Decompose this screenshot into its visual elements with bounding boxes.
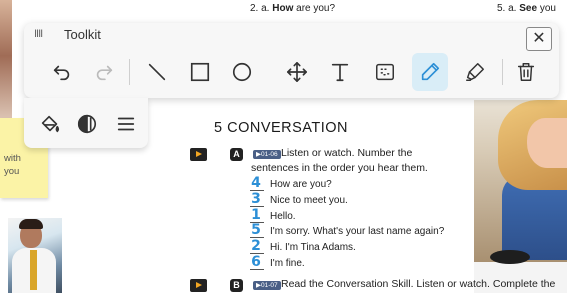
question-5a: 5. a. See you [497,3,556,14]
sentence-text: Hello. [270,210,296,222]
handwritten-number: 3 [251,190,261,207]
toolbar-divider [502,59,503,85]
handwritten-number: 2 [251,238,261,255]
toolkit-panel: IIII Toolkit ✕ [24,23,559,98]
selection-tool-icon [376,63,394,81]
handwritten-number: 4 [251,175,261,191]
list-item[interactable]: 1 Hello. [248,206,478,224]
undo-button[interactable] [44,53,80,91]
fill-button[interactable] [32,105,68,143]
line-weight-icon [117,117,135,131]
redo-icon [96,65,113,81]
list-item[interactable]: 6 I'm fine. [248,254,478,271]
delete-button[interactable] [508,53,544,91]
move-tool-icon [287,62,307,82]
handwritten-number: 5 [251,222,261,239]
sticky-note-line-2: you [4,166,20,177]
text-tool-button[interactable] [322,53,358,91]
opacity-icon [77,114,97,134]
line-tool-button[interactable] [139,53,175,91]
sentence-text: How are you? [270,179,332,190]
photo-man-hair [19,219,43,229]
highlighter-tool-button[interactable] [457,53,493,91]
toolbar-divider [129,59,130,85]
text-tool-icon [331,63,349,82]
exercise-b-badge: B [230,279,243,292]
line-weight-button[interactable] [108,105,144,143]
exercise-a-badge: A [230,148,243,161]
rectangle-tool-icon [190,62,210,82]
toolkit-subpanel [24,98,148,148]
photo-woman-face [527,118,567,168]
question-2a: 2. a. How are you? [250,3,336,14]
audio-track-tag[interactable]: ▶01-06 [253,150,281,159]
line-tool-icon [148,63,166,81]
handwritten-number: 1 [251,206,261,223]
fill-bucket-icon [41,115,60,133]
pen-tool-icon [421,62,440,81]
section-title: 5 CONVERSATION [214,120,349,136]
photo-woman-cup [490,250,530,264]
sentence-text: I'm sorry. What's your last name again? [270,226,445,238]
selection-tool-button[interactable] [367,53,403,91]
sentence-text: I'm fine. [270,258,305,269]
exercise-a-instruction-1: Listen or watch. Number the [281,147,413,159]
undo-icon [53,65,70,81]
list-item[interactable]: 2 Hi. I'm Tina Adams. [248,238,478,255]
close-button[interactable]: ✕ [526,27,552,51]
video-icon[interactable] [190,279,207,292]
sentence-text: Hi. I'm Tina Adams. [270,242,356,254]
list-item[interactable]: 4 How are you? [248,175,478,192]
photo-man-tie [30,250,37,290]
exercise-a-instruction-2: sentences in the order you hear them. [251,162,428,174]
pen-tool-button[interactable] [412,53,448,91]
circle-tool-button[interactable] [224,53,260,91]
sticky-note-line-1: with [4,153,21,164]
highlighter-tool-icon [466,63,484,81]
redo-button[interactable] [86,53,122,91]
drag-handle-icon[interactable]: IIII [34,28,43,40]
toolkit-header[interactable]: IIII Toolkit ✕ [24,23,559,51]
circle-tool-icon [232,62,252,82]
rectangle-tool-button[interactable] [182,53,218,91]
audio-track-tag[interactable]: ▶01-07 [253,281,281,290]
handwritten-number: 6 [251,254,261,270]
toolkit-title: Toolkit [64,27,101,42]
video-icon[interactable] [190,148,207,161]
opacity-button[interactable] [69,105,105,143]
exercise-b-instruction: Read the Conversation Skill. Listen or w… [281,278,556,290]
toolkit-toolbar [24,53,559,93]
delete-icon [517,63,535,81]
move-tool-button[interactable] [279,53,315,91]
sentence-text: Nice to meet you. [270,194,348,206]
list-item[interactable]: 3 Nice to meet you. [248,190,478,208]
list-item[interactable]: 5 I'm sorry. What's your last name again? [248,222,478,239]
